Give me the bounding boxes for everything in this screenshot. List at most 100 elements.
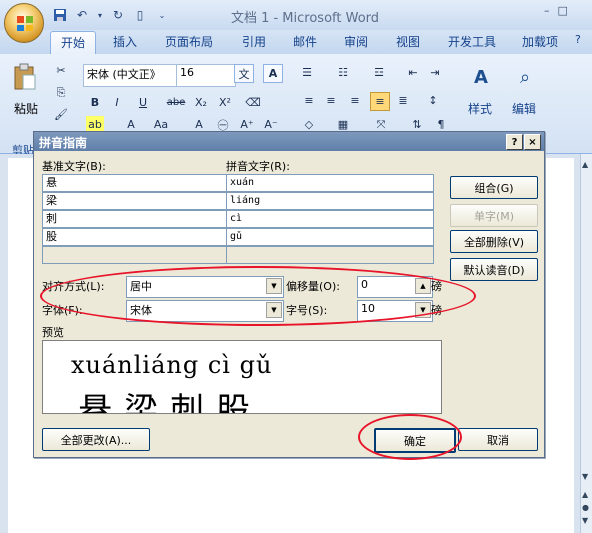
undo-icon[interactable]: ↶	[74, 7, 90, 23]
apply-all-button[interactable]: 全部更改(A)...	[42, 428, 150, 451]
previous-page-icon[interactable]: ▲	[582, 490, 588, 499]
offset-unit: 磅	[431, 280, 442, 293]
distributed-icon[interactable]: ≣	[394, 92, 412, 109]
help-icon[interactable]: ?	[575, 33, 581, 46]
scroll-down-icon[interactable]: ▼	[582, 472, 588, 481]
mono-button: 单字(M)	[450, 204, 538, 227]
tab-mailings[interactable]: 邮件	[293, 33, 317, 50]
decrease-indent-icon[interactable]: ⇤	[404, 64, 422, 81]
ruby-text-field	[226, 246, 434, 264]
ruby-size-select[interactable]: 10 ▼	[357, 300, 433, 322]
bold-button[interactable]: B	[86, 94, 104, 111]
tab-page-layout[interactable]: 页面布局	[165, 33, 213, 50]
alignment-label: 对齐方式(L):	[42, 280, 105, 293]
styles-label[interactable]: 样式	[468, 100, 492, 117]
ruby-text-field[interactable]: liáng	[226, 192, 434, 210]
size-unit: 磅	[431, 304, 442, 317]
copy-icon[interactable]: ⎘	[52, 84, 70, 101]
editing-label[interactable]: 编辑	[512, 100, 536, 117]
base-text-field[interactable]: 股	[42, 228, 233, 246]
tab-add-ins[interactable]: 加载项	[522, 33, 558, 50]
clear-all-button[interactable]: 全部删除(V)	[450, 230, 538, 253]
preview-hanzi: 悬梁刺股	[78, 391, 262, 414]
underline-button[interactable]: U	[134, 94, 152, 111]
phonetic-guide-dialog: 拼音指南 ? × 基准文字(B): 拼音文字(R): 悬 xuán 梁 lián…	[33, 131, 545, 458]
find-icon[interactable]: ⌕	[510, 62, 540, 92]
alignment-select[interactable]: 居中 ▼	[126, 276, 284, 298]
maximize-button[interactable]: □	[558, 4, 568, 17]
chevron-down-icon[interactable]: ▼	[266, 302, 282, 318]
spinner-icon[interactable]: ▲	[415, 278, 431, 294]
window-controls: – □	[544, 4, 568, 17]
cut-icon[interactable]: ✂	[52, 62, 70, 79]
print-preview-icon[interactable]: ▯	[132, 7, 148, 23]
ruby-font-select[interactable]: 宋体 ▼	[126, 300, 284, 322]
offset-value: 0	[361, 278, 368, 291]
ruby-text-field[interactable]: gǔ	[226, 228, 434, 246]
dropdown-icon[interactable]: ▾	[96, 7, 104, 23]
format-painter-icon[interactable]: 🖌	[52, 106, 70, 123]
preview-pinyin: xuánliáng cì gǔ	[71, 351, 273, 379]
superscript-button[interactable]: X²	[216, 94, 234, 111]
clear-formatting-icon[interactable]: ⌫	[244, 94, 262, 111]
help-button[interactable]: ?	[506, 134, 523, 150]
justify-icon[interactable]: ≡	[370, 92, 390, 111]
align-center-icon[interactable]: ≡	[322, 92, 340, 109]
tab-references[interactable]: 引用	[242, 33, 266, 50]
paste-label[interactable]: 粘贴	[14, 100, 38, 117]
tab-view[interactable]: 视图	[396, 33, 420, 50]
ok-button[interactable]: 确定	[374, 428, 456, 453]
base-text-field[interactable]: 悬	[42, 174, 233, 192]
close-button[interactable]: ×	[524, 134, 541, 150]
next-page-icon[interactable]: ▼	[582, 516, 588, 525]
tab-review[interactable]: 审阅	[344, 33, 368, 50]
dialog-title: 拼音指南	[34, 132, 544, 151]
align-left-icon[interactable]: ≡	[300, 92, 318, 109]
increase-indent-icon[interactable]: ⇥	[426, 64, 444, 81]
preview-label: 预览	[42, 326, 64, 339]
tab-insert[interactable]: 插入	[113, 33, 137, 50]
window-title: 文档 1 - Microsoft Word	[230, 11, 380, 26]
save-icon[interactable]	[52, 7, 68, 23]
preview-box: xuánliáng cì gǔ 悬梁刺股	[42, 340, 442, 414]
office-button[interactable]	[4, 3, 44, 43]
base-text-label: 基准文字(B):	[42, 160, 106, 173]
ruby-text-label: 拼音文字(R):	[226, 160, 290, 173]
ruby-size-value: 10	[361, 302, 375, 315]
tab-developer[interactable]: 开发工具	[448, 33, 496, 50]
phonetic-guide-icon[interactable]: 文	[234, 64, 254, 83]
bullets-icon[interactable]: ☰	[298, 64, 316, 81]
quick-styles-icon[interactable]: A	[466, 62, 496, 92]
italic-button[interactable]: I	[108, 94, 126, 111]
group-button[interactable]: 组合(G)	[450, 176, 538, 199]
redo-icon[interactable]: ↻	[110, 7, 126, 23]
numbering-icon[interactable]: ☷	[334, 64, 352, 81]
strikethrough-button[interactable]: abe	[167, 94, 186, 111]
multilevel-list-icon[interactable]: ☲	[370, 64, 388, 81]
base-text-field[interactable]: 梁	[42, 192, 233, 210]
font-label: 字体(F):	[42, 304, 83, 317]
font-name-combo[interactable]: 宋体 (中文正》	[83, 64, 183, 87]
subscript-button[interactable]: X₂	[192, 94, 210, 111]
select-browse-object-icon[interactable]: ●	[582, 503, 589, 512]
ribbon-tab-bar: 开始 插入 页面布局 引用 邮件 审阅 视图 开发工具 加载项 ?	[0, 30, 592, 57]
chevron-down-icon[interactable]: ▼	[266, 278, 282, 294]
character-border-icon[interactable]: A	[263, 64, 283, 83]
align-right-icon[interactable]: ≡	[346, 92, 364, 109]
chevron-down-icon[interactable]: ▼	[415, 302, 431, 318]
font-size-combo[interactable]: 16	[176, 64, 236, 87]
ruby-text-field[interactable]: xuán	[226, 174, 434, 192]
minimize-button[interactable]: –	[544, 4, 550, 17]
dialog-title-text: 拼音指南	[39, 136, 88, 150]
default-reading-button[interactable]: 默认读音(D)	[450, 258, 538, 281]
line-spacing-icon[interactable]: ↕	[424, 92, 442, 109]
base-text-field[interactable]: 刺	[42, 210, 233, 228]
offset-spinner[interactable]: 0 ▲	[357, 276, 433, 298]
scroll-up-icon[interactable]: ▲	[582, 160, 588, 169]
customize-qat-icon[interactable]: ⌄	[154, 7, 170, 23]
offset-label: 偏移量(O):	[286, 280, 340, 293]
ruby-text-field[interactable]: cì	[226, 210, 434, 228]
alignment-value: 居中	[130, 280, 152, 293]
paste-icon[interactable]	[10, 62, 40, 92]
cancel-button[interactable]: 取消	[458, 428, 538, 451]
